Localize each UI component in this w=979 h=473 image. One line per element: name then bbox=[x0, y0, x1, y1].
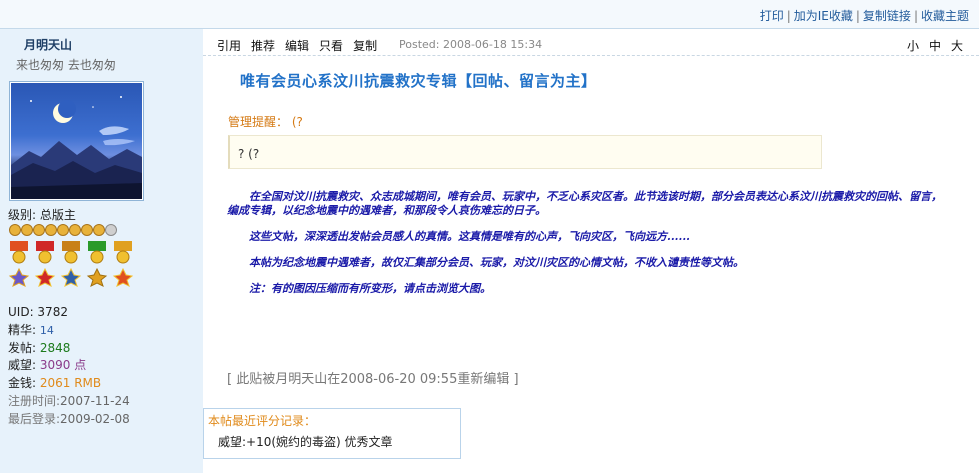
post-title: 唯有会员心系汶川抗震救灾专辑【回帖、留言为主】 bbox=[240, 72, 597, 90]
separator: | bbox=[786, 9, 791, 23]
rating-record-box: 本帖最近评分记录： 威望:+10(婉约的毒盗) 优秀文章 bbox=[203, 408, 461, 459]
copy-button[interactable]: 复制 bbox=[353, 39, 377, 53]
post-paragraph: 这些文帖，深深透出发帖会员感人的真情。这真情是唯有的心声，飞向灾区，飞向远方..… bbox=[249, 230, 690, 243]
stat-register-time: 注册时间:2007-11-24 bbox=[8, 393, 130, 408]
print-link[interactable]: 打印 bbox=[760, 9, 784, 23]
user-stats: UID: 3782 精华: 14 发帖: 2848 威望: 3090 点 金钱:… bbox=[8, 304, 130, 429]
moderator-notice-label: 管理提醒： (? bbox=[228, 115, 303, 129]
post-action-bar: 引用 推荐 编辑 只看 复制 Posted: 2008-06-18 15:34 小中大 bbox=[203, 29, 979, 56]
post-body: 在全国对汶川抗震救灾、众志成城期间，唯有会员、玩家中，不乏心系灾区者。此节选该时… bbox=[227, 190, 947, 308]
font-medium-button[interactable]: 中 bbox=[929, 39, 941, 53]
rank-stars bbox=[8, 223, 123, 240]
stat-posts: 发帖: 2848 bbox=[8, 340, 71, 355]
topbar-links: 打印 | 加为IE收藏 | 复制链接 | 收藏主题 bbox=[760, 7, 969, 24]
post-actions: 引用 推荐 编辑 只看 复制 bbox=[217, 37, 387, 54]
stat-uid: UID: 3782 bbox=[8, 305, 68, 319]
rank-stars-icon bbox=[9, 224, 117, 236]
avatar[interactable] bbox=[10, 82, 143, 200]
font-size-switcher: 小中大 bbox=[897, 37, 963, 54]
medals-icon bbox=[8, 241, 134, 287]
separator: | bbox=[913, 9, 918, 23]
edit-note: [ 此贴被月明天山在2008-06-20 09:55重新编辑 ] bbox=[227, 372, 519, 387]
edit-button[interactable]: 编辑 bbox=[285, 39, 309, 53]
user-profile-sidebar: 月明天山 来也匆匆 去也匆匆 级别: 总版主 UID: 3782 精华: 14 … bbox=[0, 29, 203, 473]
post-main: 引用 推荐 编辑 只看 复制 Posted: 2008-06-18 15:34 小中大 … bbox=[203, 29, 979, 473]
top-toolbar: 打印 | 加为IE收藏 | 复制链接 | 收藏主题 bbox=[0, 0, 979, 29]
quote-button[interactable]: 引用 bbox=[217, 39, 241, 53]
separator: | bbox=[855, 9, 860, 23]
font-large-button[interactable]: 大 bbox=[951, 39, 963, 53]
stat-prestige: 威望: 3090 点 bbox=[8, 358, 87, 373]
font-small-button[interactable]: 小 bbox=[907, 39, 919, 53]
recommend-button[interactable]: 推荐 bbox=[251, 39, 275, 53]
username[interactable]: 月明天山 bbox=[24, 36, 72, 53]
favorite-topic-link[interactable]: 收藏主题 bbox=[921, 9, 969, 23]
user-motto: 来也匆匆 去也匆匆 bbox=[16, 58, 116, 72]
post-timestamp: Posted: 2008-06-18 15:34 bbox=[399, 38, 543, 51]
stat-money: 金钱: 2061 RMB bbox=[8, 376, 102, 391]
post-paragraph: 在全国对汶川抗震救灾、众志成城期间，唯有会员、玩家中，不乏心系灾区者。此节选该时… bbox=[227, 190, 942, 217]
copy-link-link[interactable]: 复制链接 bbox=[863, 9, 911, 23]
user-level: 级别: 总版主 bbox=[8, 208, 76, 222]
add-ie-favorite-link[interactable]: 加为IE收藏 bbox=[794, 9, 853, 23]
post-paragraph: 本帖为纪念地震中遇难者，故仅汇集部分会员、玩家，对汶川灾区的心情文帖，不收入谴责… bbox=[249, 256, 744, 269]
moderator-notice-text: ? (? bbox=[238, 147, 260, 161]
stat-digest: 精华: 14 bbox=[8, 322, 54, 337]
moderator-notice-box: ? (? bbox=[228, 135, 822, 169]
only-view-button[interactable]: 只看 bbox=[319, 39, 343, 53]
rating-record-entry: 威望:+10(婉约的毒盗) 优秀文章 bbox=[218, 435, 393, 449]
post-paragraph: 注：有的图因压缩而有所变形，请点击浏览大图。 bbox=[249, 282, 491, 295]
avatar-moon-mountain-icon bbox=[11, 96, 142, 199]
medals bbox=[8, 241, 138, 292]
stat-last-login: 最后登录:2009-02-08 bbox=[8, 411, 130, 426]
rating-record-title: 本帖最近评分记录： bbox=[208, 414, 317, 428]
